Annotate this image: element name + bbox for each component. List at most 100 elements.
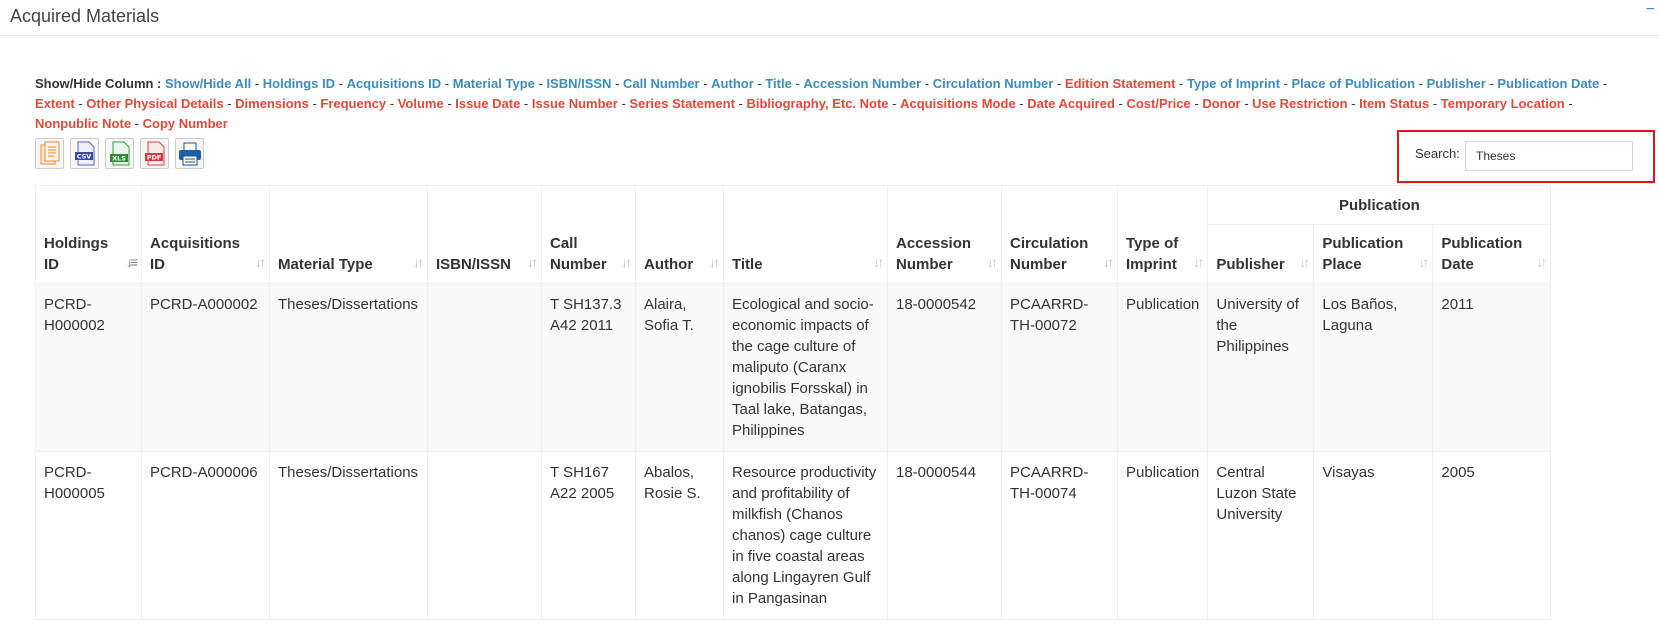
- colvis-toggle[interactable]: Extent: [35, 96, 75, 111]
- cell-publication-place: Los Baños, Laguna: [1313, 283, 1434, 452]
- header-author[interactable]: Author ↓↑: [635, 185, 724, 284]
- header-material-type[interactable]: Material Type ↓↑: [269, 185, 428, 284]
- colvis-label: Show/Hide Column :: [35, 76, 162, 91]
- header-type-of-imprint[interactable]: Type of Imprint ↓↑: [1116, 185, 1209, 284]
- sort-icon: ↓↑: [527, 254, 538, 270]
- colvis-toggle[interactable]: Date Acquired: [1027, 96, 1115, 111]
- cell-accession-number: 18-0000542: [887, 283, 1002, 452]
- header-isbn-issn[interactable]: ISBN/ISSN ↓↑: [427, 185, 542, 284]
- colvis-toggle[interactable]: Cost/Price: [1126, 96, 1190, 111]
- colvis-toggle[interactable]: Show/Hide All: [165, 76, 251, 91]
- pdf-button[interactable]: PDF: [140, 138, 169, 169]
- header-label: Accession Number: [896, 235, 972, 273]
- colvis-toggle[interactable]: Nonpublic Note: [35, 116, 131, 131]
- colvis-separator: -: [386, 96, 398, 111]
- header-publisher[interactable]: Publisher ↓↑: [1207, 224, 1315, 284]
- cell-publication-date: 2011: [1432, 283, 1552, 452]
- colvis-toggle[interactable]: Type of Imprint: [1187, 76, 1280, 91]
- cell-publisher: University of the Philippines: [1207, 283, 1315, 452]
- sort-icon: ↓↑: [873, 254, 884, 270]
- colvis-separator: -: [1240, 96, 1253, 111]
- colvis-toggle[interactable]: Volume: [398, 96, 444, 111]
- csv-button[interactable]: CSV: [70, 138, 99, 169]
- header-acquisitions-id[interactable]: Acquisitions ID ↓↑: [141, 185, 270, 284]
- sort-icon: ↓↑: [709, 254, 720, 270]
- colvis-toggle[interactable]: Bibliography, Etc. Note: [746, 96, 888, 111]
- colvis-toggle[interactable]: Publication Date: [1497, 76, 1599, 91]
- excel-button[interactable]: XLS: [105, 138, 134, 169]
- cell-publication-place: Visayas: [1313, 451, 1434, 620]
- header-call-number[interactable]: Call Number ↓↑: [541, 185, 636, 284]
- header-publication-date[interactable]: Publication Date ↓↑: [1432, 224, 1552, 284]
- colvis-toggle[interactable]: Temporary Location: [1441, 96, 1565, 111]
- colvis-toggle[interactable]: Use Restriction: [1252, 96, 1347, 111]
- header-title[interactable]: Title ↓↑: [723, 185, 888, 284]
- colvis-separator: -: [223, 96, 236, 111]
- collapse-button[interactable]: −: [1646, 1, 1655, 19]
- header-label: Holdings ID: [44, 235, 109, 273]
- search-highlight: Search:: [1397, 130, 1655, 183]
- panel-title: Acquired Materials: [10, 6, 160, 26]
- cell-author: Abalos, Rosie S.: [635, 451, 724, 620]
- cell-title: Ecological and socio-economic impacts of…: [723, 283, 888, 452]
- colvis-toggle[interactable]: Acquisitions ID: [347, 76, 442, 91]
- colvis-toggle[interactable]: Call Number: [623, 76, 700, 91]
- table-row[interactable]: PCRD-H000005 PCRD-A000006 Theses/Dissert…: [35, 451, 1552, 620]
- sort-icon: ↓↑: [1418, 254, 1429, 270]
- sort-icon: ↓↑: [413, 254, 424, 270]
- cell-holdings-id: PCRD-H000005: [35, 451, 142, 620]
- xls-icon-text: XLS: [112, 155, 126, 163]
- search-input[interactable]: [1465, 141, 1633, 171]
- colvis-toggle[interactable]: Series Statement: [629, 96, 735, 111]
- cell-type-of-imprint: Publication: [1116, 283, 1209, 452]
- pdf-icon-text: PDF: [147, 154, 162, 162]
- colvis-toggle[interactable]: Edition Statement: [1065, 76, 1176, 91]
- colvis-toggle[interactable]: Accession Number: [803, 76, 921, 91]
- colvis-toggle[interactable]: Author: [711, 76, 754, 91]
- printer-icon: [179, 142, 201, 166]
- colvis-toggle[interactable]: Other Physical Details: [86, 96, 223, 111]
- cell-type-of-imprint: Publication: [1116, 451, 1209, 620]
- print-button[interactable]: [175, 138, 204, 169]
- table-row[interactable]: PCRD-H000002 PCRD-A000002 Theses/Dissert…: [35, 283, 1552, 452]
- colvis-toggle[interactable]: ISBN/ISSN: [546, 76, 611, 91]
- colvis-toggle[interactable]: Issue Number: [532, 96, 618, 111]
- header-label: Author: [644, 256, 694, 273]
- pdf-file-icon: PDF: [145, 141, 165, 166]
- header-holdings-id[interactable]: Holdings ID ↓≡: [35, 185, 142, 284]
- colvis-separator: -: [251, 76, 263, 91]
- copy-icon: [40, 141, 60, 165]
- header-publication-place[interactable]: Publication Place ↓↑: [1313, 224, 1434, 284]
- colvis-separator: -: [1415, 76, 1427, 91]
- colvis-toggle[interactable]: Holdings ID: [263, 76, 335, 91]
- column-visibility-toggles: Show/Hide Column : Show/Hide All - Holdi…: [35, 74, 1625, 134]
- csv-icon-text: CSV: [77, 153, 92, 161]
- header-label: Call Number: [550, 235, 607, 273]
- colvis-toggle[interactable]: Issue Date: [455, 96, 520, 111]
- cell-holdings-id: PCRD-H000002: [35, 283, 142, 452]
- colvis-toggle[interactable]: Frequency: [320, 96, 386, 111]
- search-label: Search:: [1415, 146, 1460, 161]
- colvis-separator: -: [753, 76, 766, 91]
- colvis-toggle[interactable]: Acquisitions Mode: [900, 96, 1016, 111]
- copy-button[interactable]: [35, 138, 64, 169]
- header-accession-number[interactable]: Accession Number ↓↑: [887, 185, 1002, 284]
- colvis-separator: -: [734, 96, 747, 111]
- colvis-toggle[interactable]: Publisher: [1427, 76, 1486, 91]
- cell-acquisitions-id: PCRD-A000002: [141, 283, 270, 452]
- colvis-separator: -: [74, 96, 87, 111]
- colvis-separator: -: [335, 76, 347, 91]
- header-circulation-number[interactable]: Circulation Number ↓↑: [1001, 185, 1118, 284]
- colvis-toggle[interactable]: Circulation Number: [933, 76, 1054, 91]
- colvis-toggle[interactable]: Place of Publication: [1291, 76, 1415, 91]
- colvis-toggle[interactable]: Dimensions: [235, 96, 309, 111]
- colvis-toggle[interactable]: Title: [765, 76, 792, 91]
- colvis-toggle[interactable]: Donor: [1202, 96, 1240, 111]
- xls-file-icon: XLS: [110, 141, 130, 166]
- colvis-toggle[interactable]: Material Type: [453, 76, 535, 91]
- colvis-toggle[interactable]: Item Status: [1359, 96, 1429, 111]
- csv-file-icon: CSV: [75, 141, 95, 166]
- sort-ascending-icon: ↓≡: [125, 254, 138, 270]
- colvis-separator: -: [699, 76, 712, 91]
- colvis-toggle[interactable]: Copy Number: [143, 116, 228, 131]
